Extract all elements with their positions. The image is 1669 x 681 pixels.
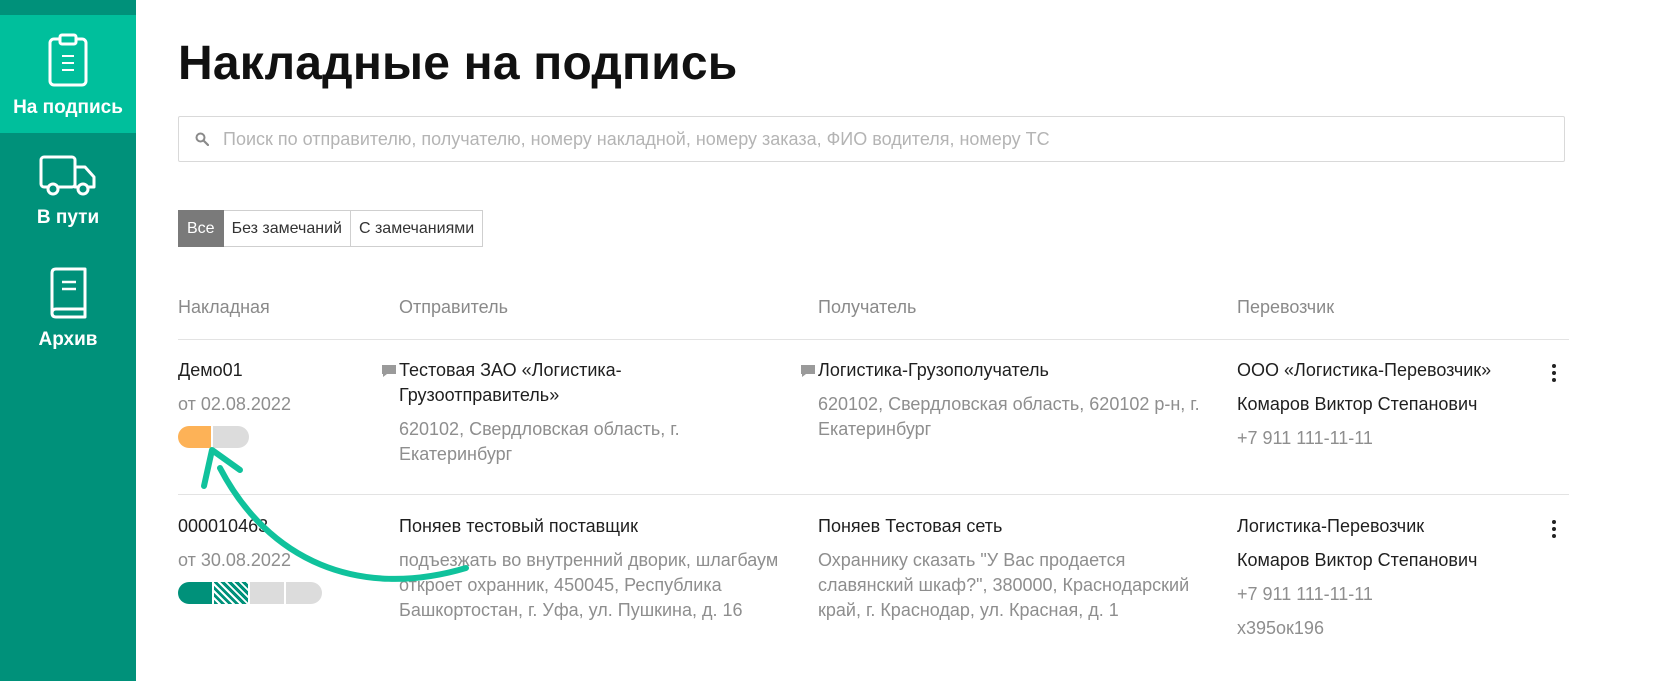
search-input[interactable]	[223, 128, 1523, 150]
sender-address-line: откроет охранник, 450045, Республика	[399, 575, 722, 595]
book-icon	[50, 267, 87, 319]
sidebar-item-archive[interactable]: Архив	[0, 267, 136, 359]
sender-address-line: подъезжать во внутренний дворик, шлагбау…	[399, 550, 779, 570]
row-divider	[178, 494, 1569, 495]
receiver-address: 620102, Свердловская область, 620102 р-н…	[818, 392, 1228, 442]
driver-phone: +7 911 111-11-11	[1237, 428, 1373, 448]
driver-phone: +7 911 111-11-11	[1237, 584, 1373, 604]
more-options-icon[interactable]	[1552, 364, 1556, 385]
receiver-cell: Поняев Тестовая сеть Охраннику сказать "…	[818, 514, 1228, 623]
sender-address: подъезжать во внутренний дворик, шлагбау…	[399, 548, 809, 623]
status-progress-bar	[178, 582, 322, 604]
receiver-cell: Логистика-Грузополучатель 620102, Свердл…	[818, 358, 1228, 442]
sidebar: На подпись В пути Архив	[0, 0, 136, 681]
app-window: На подпись В пути Архив Накладные на под…	[0, 0, 1669, 681]
status-segment-pending	[250, 582, 286, 604]
carrier-cell: ООО «Логистика-Перевозчик» Комаров Викто…	[1237, 358, 1537, 451]
column-header-waybill[interactable]: Накладная	[178, 297, 270, 318]
driver-name: Комаров Виктор Степанович	[1237, 394, 1478, 414]
column-header-receiver[interactable]: Получатель	[818, 297, 916, 318]
waybill-number[interactable]: Демо01	[178, 358, 291, 383]
sender-address-line: Башкортостан, г. Уфа, ул. Пушкина, д. 16	[399, 600, 743, 620]
sidebar-item-label: Архив	[38, 329, 98, 350]
receiver-address-line: Екатеринбург	[818, 419, 932, 439]
sender-address-line: 620102, Свердловская область, г.	[399, 419, 680, 439]
receiver-name: Логистика-Грузополучатель	[818, 360, 1049, 380]
driver-name: Комаров Виктор Степанович	[1237, 550, 1478, 570]
sidebar-item-label: На подпись	[13, 97, 123, 118]
sender-name: Поняев тестовый поставщик	[399, 514, 809, 539]
clipboard-icon	[48, 33, 88, 87]
sender-cell: Тестовая ЗАО «Логистика- Грузоотправител…	[399, 358, 799, 467]
waybill-number[interactable]: 000010463	[178, 514, 291, 539]
sender-address: 620102, Свердловская область, г. Екатери…	[399, 417, 799, 467]
column-header-sender[interactable]: Отправитель	[399, 297, 508, 318]
carrier-cell: Логистика-Перевозчик Комаров Виктор Степ…	[1237, 514, 1537, 641]
truck-icon	[39, 155, 96, 196]
sender-name-line: Тестовая ЗАО «Логистика-	[399, 360, 622, 380]
receiver-address-line: Охраннику сказать "У Вас продается	[818, 550, 1126, 570]
waybill-cell: Демо01 от 02.08.2022	[178, 358, 291, 417]
search-icon	[195, 132, 209, 146]
waybill-date: от 02.08.2022	[178, 394, 291, 414]
status-progress-bar	[178, 426, 249, 448]
filter-all-button[interactable]: Все	[178, 210, 224, 247]
carrier-name: Логистика-Перевозчик	[1237, 516, 1425, 536]
sidebar-item-in-transit[interactable]: В пути	[0, 155, 136, 247]
status-segment-done	[178, 582, 214, 604]
column-header-carrier[interactable]: Перевозчик	[1237, 297, 1334, 318]
receiver-address-line: 620102, Свердловская область, 620102 р-н…	[818, 394, 1200, 414]
vehicle-number: х395ок196	[1237, 618, 1324, 638]
comment-icon[interactable]	[800, 364, 816, 378]
carrier-name: ООО «Логистика-Перевозчик»	[1237, 360, 1492, 380]
comment-icon[interactable]	[381, 364, 397, 378]
sender-name-line: Грузоотправитель»	[399, 385, 560, 405]
filter-no-remarks-button[interactable]: Без замечаний	[223, 210, 351, 247]
receiver-name: Поняев Тестовая сеть	[818, 516, 1003, 536]
status-segment-pending	[286, 582, 322, 604]
receiver-address-line: край, г. Краснодар, ул. Красная, д. 1	[818, 600, 1119, 620]
sidebar-item-label: В пути	[36, 207, 100, 228]
waybill-date: от 30.08.2022	[178, 550, 291, 570]
sender-name-line: Поняев тестовый поставщик	[399, 516, 638, 536]
page-title: Накладные на подпись	[178, 37, 738, 90]
sidebar-item-to-sign[interactable]: На подпись	[0, 15, 136, 133]
filter-with-remarks-button[interactable]: С замечаниями	[350, 210, 484, 247]
more-options-icon[interactable]	[1552, 520, 1556, 541]
sender-address-line: Екатеринбург	[399, 444, 513, 464]
main-content: Накладные на подпись Все Без замечаний С…	[178, 0, 1669, 681]
receiver-address: Охраннику сказать "У Вас продается славя…	[818, 548, 1228, 623]
waybill-cell: 000010463 от 30.08.2022	[178, 514, 291, 573]
filter-tabs: Все Без замечаний С замечаниями	[178, 210, 484, 247]
header-divider	[178, 339, 1569, 340]
search-bar[interactable]	[178, 116, 1565, 162]
sender-name: Тестовая ЗАО «Логистика- Грузоотправител…	[399, 358, 799, 408]
sender-cell: Поняев тестовый поставщик подъезжать во …	[399, 514, 809, 623]
status-segment-warning	[178, 426, 213, 448]
receiver-address-line: славянский шкаф?", 380000, Краснодарский	[818, 575, 1190, 595]
status-segment-in-progress	[214, 582, 250, 604]
status-segment-pending	[213, 426, 249, 448]
